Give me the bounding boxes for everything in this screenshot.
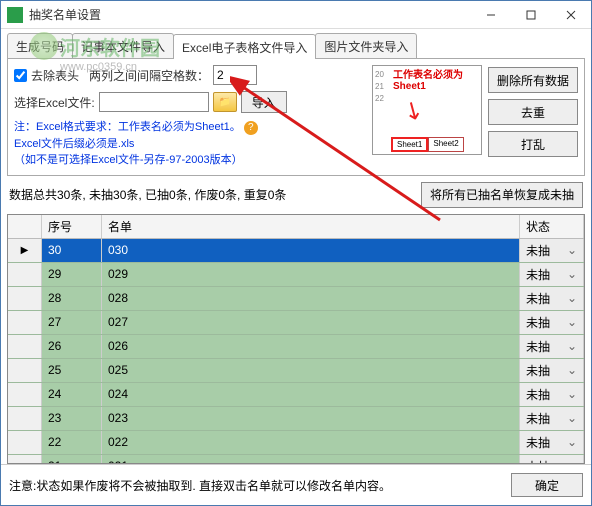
maximize-button[interactable] bbox=[511, 1, 551, 29]
remove-header-checkbox[interactable] bbox=[14, 69, 27, 82]
status-dropdown[interactable]: 未抽 bbox=[520, 239, 584, 262]
table-row[interactable]: 23023未抽 bbox=[8, 407, 584, 431]
table-row[interactable]: 26026未抽 bbox=[8, 335, 584, 359]
col-gap-label: 两列之间间隔空格数： bbox=[89, 67, 209, 84]
excel-preview: 20 21 22 工作表名必须为Sheet1 ↘ Sheet1 Sheet2 bbox=[372, 65, 482, 155]
status-text: 数据总共30条, 未抽30条, 已抽0条, 作废0条, 重复0条 bbox=[9, 186, 421, 203]
main-window: 抽奖名单设置 河东软件园 www.pc0359.cn 生成号码 记事本文件导入 … bbox=[0, 0, 592, 506]
delete-all-button[interactable]: 删除所有数据 bbox=[488, 67, 578, 93]
table-row[interactable]: 22022未抽 bbox=[8, 431, 584, 455]
status-dropdown[interactable]: 未抽 bbox=[520, 455, 584, 464]
tab-excel[interactable]: Excel电子表格文件导入 bbox=[173, 34, 316, 59]
select-file-label: 选择Excel文件: bbox=[14, 94, 95, 111]
status-dropdown[interactable]: 未抽 bbox=[520, 359, 584, 382]
excel-import-pane: 去除表头 两列之间间隔空格数： 选择Excel文件: 📁 导入 注：Excel格… bbox=[7, 59, 585, 176]
col-index: 序号 bbox=[42, 215, 102, 238]
grid-body[interactable]: ▶30030未抽29029未抽28028未抽27027未抽26026未抽2502… bbox=[8, 239, 584, 464]
status-dropdown[interactable]: 未抽 bbox=[520, 383, 584, 406]
tab-generate[interactable]: 生成号码 bbox=[7, 33, 73, 58]
table-row[interactable]: 29029未抽 bbox=[8, 263, 584, 287]
titlebar: 抽奖名单设置 bbox=[1, 1, 591, 29]
table-row[interactable]: 25025未抽 bbox=[8, 359, 584, 383]
close-button[interactable] bbox=[551, 1, 591, 29]
table-row[interactable]: ▶30030未抽 bbox=[8, 239, 584, 263]
table-row[interactable]: 21021未抽 bbox=[8, 455, 584, 464]
help-icon[interactable]: ? bbox=[244, 121, 258, 135]
shuffle-button[interactable]: 打乱 bbox=[488, 131, 578, 157]
col-name: 名单 bbox=[102, 215, 520, 238]
app-icon bbox=[7, 7, 23, 23]
import-tabs: 生成号码 记事本文件导入 Excel电子表格文件导入 图片文件夹导入 bbox=[7, 33, 585, 59]
status-dropdown[interactable]: 未抽 bbox=[520, 287, 584, 310]
remove-header-label: 去除表头 bbox=[31, 67, 79, 84]
ok-button[interactable]: 确定 bbox=[511, 473, 583, 497]
table-row[interactable]: 24024未抽 bbox=[8, 383, 584, 407]
dedup-button[interactable]: 去重 bbox=[488, 99, 578, 125]
status-dropdown[interactable]: 未抽 bbox=[520, 431, 584, 454]
import-button[interactable]: 导入 bbox=[241, 91, 287, 113]
status-dropdown[interactable]: 未抽 bbox=[520, 335, 584, 358]
col-gap-input[interactable] bbox=[213, 65, 257, 85]
status-dropdown[interactable]: 未抽 bbox=[520, 311, 584, 334]
grid-header: 序号 名单 状态 bbox=[8, 215, 584, 239]
status-dropdown[interactable]: 未抽 bbox=[520, 263, 584, 286]
excel-note: 注：Excel格式要求：工作表名必须为Sheet1。 ? Excel文件后缀必须… bbox=[14, 119, 366, 169]
minimize-button[interactable] bbox=[471, 1, 511, 29]
table-row[interactable]: 27027未抽 bbox=[8, 311, 584, 335]
file-path-input[interactable] bbox=[99, 92, 209, 112]
window-title: 抽奖名单设置 bbox=[29, 6, 471, 23]
col-status: 状态 bbox=[520, 215, 584, 238]
footer-message: 注意:状态如果作废将不会被抽取到. 直接双击名单就可以修改名单内容。 bbox=[9, 477, 503, 494]
data-grid: 序号 名单 状态 ▶30030未抽29029未抽28028未抽27027未抽26… bbox=[7, 214, 585, 465]
restore-button[interactable]: 将所有已抽名单恢复成未抽 bbox=[421, 182, 583, 208]
table-row[interactable]: 28028未抽 bbox=[8, 287, 584, 311]
tab-images[interactable]: 图片文件夹导入 bbox=[315, 33, 417, 58]
tab-notepad[interactable]: 记事本文件导入 bbox=[72, 33, 174, 58]
arrow-icon: ↘ bbox=[397, 93, 429, 128]
status-dropdown[interactable]: 未抽 bbox=[520, 407, 584, 430]
browse-button[interactable]: 📁 bbox=[213, 92, 237, 112]
